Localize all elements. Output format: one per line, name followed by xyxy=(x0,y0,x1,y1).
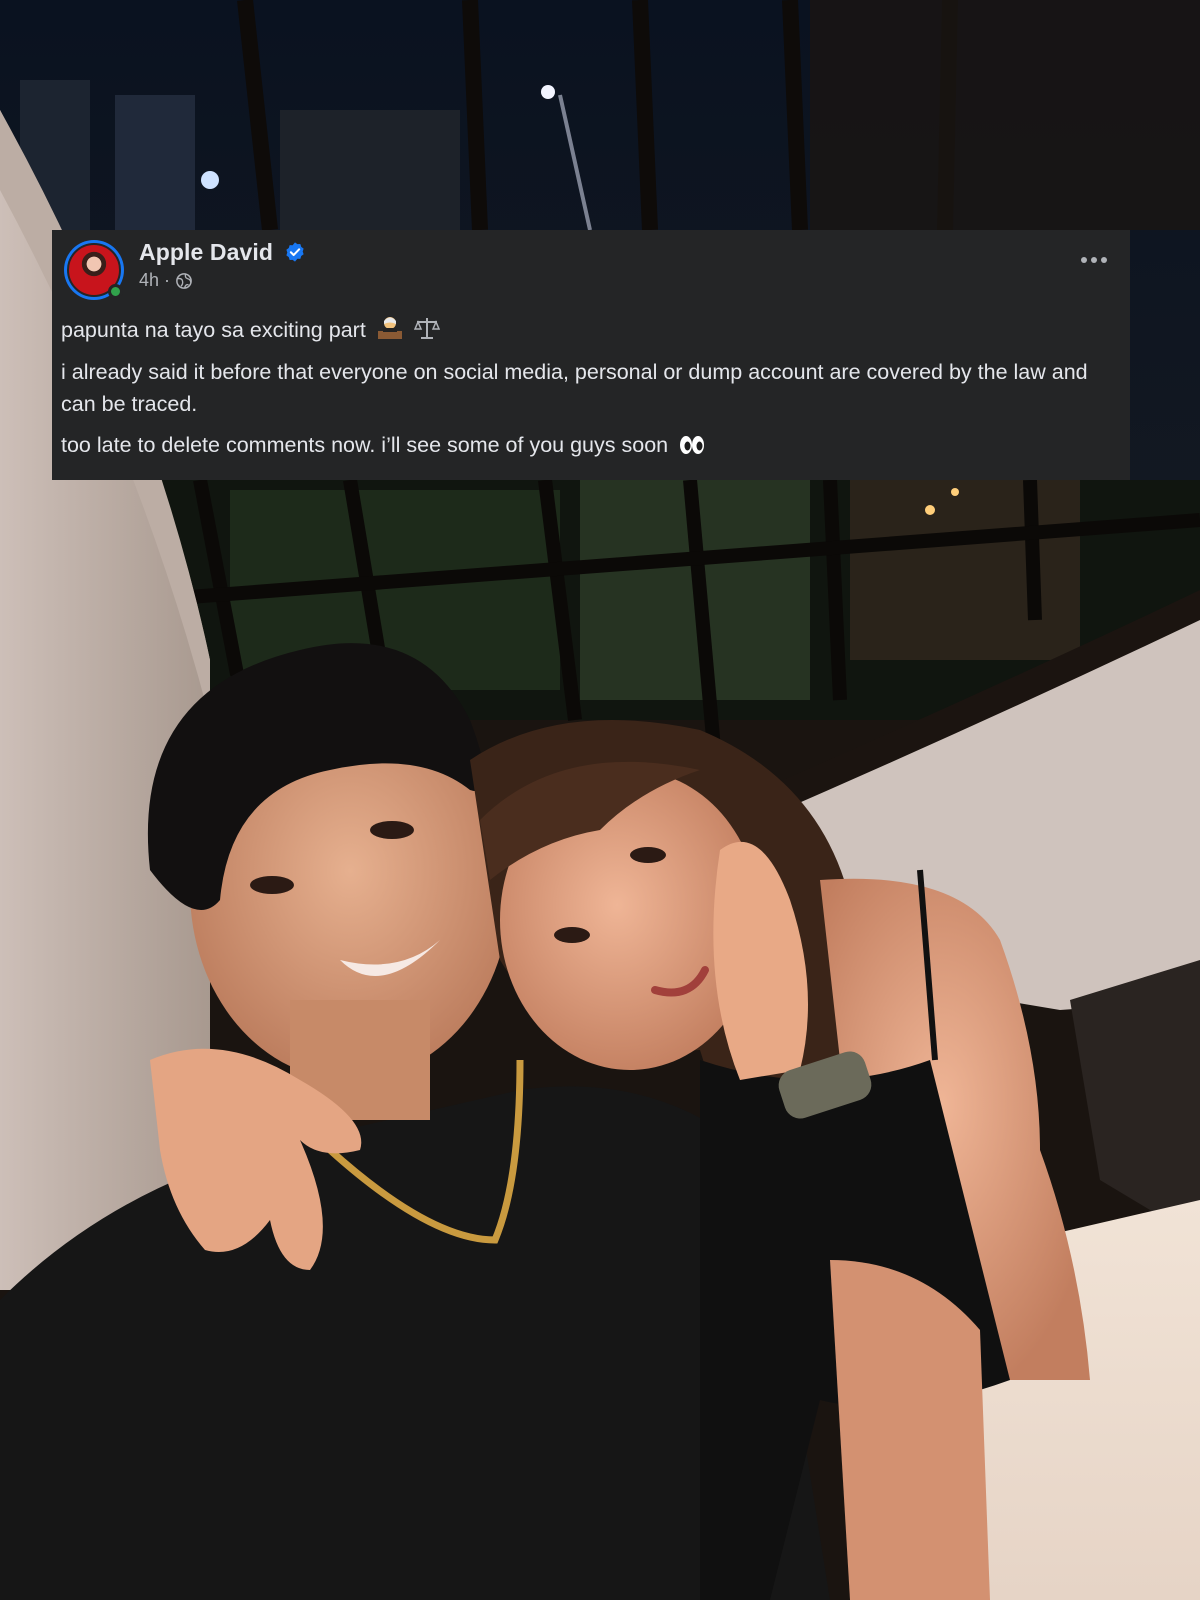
eyes-emoji xyxy=(680,436,705,454)
post-paragraph: i already said it before that everyone o… xyxy=(61,356,1111,420)
post-line-3: too late to delete comments now. i’ll se… xyxy=(61,433,669,457)
judge-emoji xyxy=(377,317,402,339)
globe-icon xyxy=(176,272,192,289)
more-dot xyxy=(1101,257,1107,263)
post-line-2: i already said it before that everyone o… xyxy=(61,360,1088,416)
more-dot xyxy=(1091,257,1097,263)
verified-badge-icon xyxy=(286,242,304,262)
meta-separator: · xyxy=(164,270,171,290)
post-line-1: papunta na tayo sa exciting part xyxy=(61,318,366,342)
more-dot xyxy=(1081,257,1087,263)
post-text: papunta na tayo sa exciting part i alrea… xyxy=(61,314,1111,471)
facebook-post-card: Apple David 4h · papunta na tayo sa exci… xyxy=(52,230,1130,480)
post-paragraph: too late to delete comments now. i’ll se… xyxy=(61,429,1111,461)
author-name[interactable]: Apple David xyxy=(139,239,273,266)
balance-scale-emoji xyxy=(413,318,440,339)
online-status-dot xyxy=(108,284,123,299)
post-meta: 4h · xyxy=(139,270,193,291)
post-timestamp[interactable]: 4h xyxy=(139,270,159,291)
post-paragraph: papunta na tayo sa exciting part xyxy=(61,314,1111,346)
more-options-button[interactable] xyxy=(1076,248,1112,272)
